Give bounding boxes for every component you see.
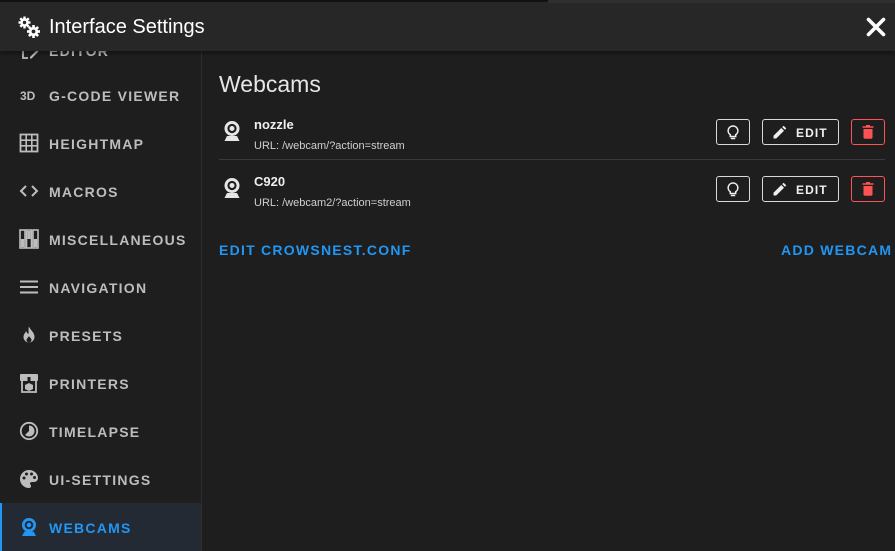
sidebar-item-printers[interactable]: PRINTERS — [0, 359, 201, 407]
edit-button-label: EDIT — [796, 126, 828, 140]
sidebar-item-gcode-viewer[interactable]: 3D G-CODE VIEWER — [0, 71, 201, 119]
edit-crowsnest-conf-button[interactable]: EDIT CROWSNEST.CONF — [219, 242, 412, 258]
sidebar-item-miscellaneous[interactable]: MISCELLANEOUS — [0, 215, 201, 263]
delete-webcam-button[interactable] — [851, 176, 885, 202]
sidebar-item-label: HEIGHTMAP — [49, 136, 145, 152]
sidebar-item-navigation[interactable]: NAVIGATION — [0, 263, 201, 311]
sidebar-item-label: MISCELLANEOUS — [49, 232, 187, 248]
cogs-icon — [18, 16, 40, 38]
sidebar-item-label: TIMELAPSE — [49, 424, 141, 440]
dialog-title: Interface Settings — [49, 16, 205, 38]
sidebar-item-heightmap[interactable]: HEIGHTMAP — [0, 119, 201, 167]
delete-webcam-button[interactable] — [851, 119, 885, 145]
webcam-icon — [224, 121, 240, 141]
edit-webcam-button[interactable]: EDIT — [762, 176, 839, 202]
close-icon[interactable] — [864, 15, 888, 39]
code-brackets-icon — [19, 185, 39, 197]
sidebar-item-label: EDITOR — [49, 51, 110, 59]
edit-button-label: EDIT — [796, 183, 828, 197]
webcams-panel: Webcams nozzle URL: /webcam/?action=stre… — [202, 51, 895, 551]
timelapse-icon — [19, 421, 39, 441]
webcam-url: URL: /webcam/?action=stream — [254, 140, 405, 152]
trash-icon — [862, 125, 874, 139]
edit-webcam-button[interactable]: EDIT — [762, 119, 839, 145]
page-title: Webcams — [219, 71, 321, 97]
webcam-url: URL: /webcam2/?action=stream — [254, 197, 411, 209]
webcam-name: C920 — [254, 174, 286, 189]
webcam-list-item: C920 URL: /webcam2/?action=stream EDIT — [219, 166, 885, 222]
pencil-icon — [773, 182, 787, 196]
interface-settings-dialog: Interface Settings EDITOR 3D G-CODE VIEW… — [0, 0, 895, 551]
sidebar-item-presets[interactable]: PRESETS — [0, 311, 201, 359]
light-toggle-button[interactable] — [716, 176, 750, 202]
trash-icon — [862, 182, 874, 196]
light-toggle-button[interactable] — [716, 119, 750, 145]
sidebar-item-label: UI-SETTINGS — [49, 472, 152, 488]
sidebar-item-label: MACROS — [49, 184, 119, 200]
webcam-list-item: nozzle URL: /webcam/?action=stream EDIT — [219, 109, 885, 165]
dialog-titlebar: Interface Settings — [0, 0, 895, 51]
svg-text:3D: 3D — [20, 89, 36, 103]
add-webcam-button[interactable]: ADD WEBCAM — [781, 242, 892, 258]
3d-icon: 3D — [20, 89, 36, 103]
file-edit-icon — [22, 51, 39, 59]
sidebar-item-webcams[interactable]: WEBCAMS — [0, 503, 201, 551]
sidebar-item-label: PRINTERS — [49, 376, 130, 392]
list-divider — [219, 159, 885, 160]
sidebar-item-label: NAVIGATION — [49, 280, 148, 296]
sidebar-item-label: PRESETS — [49, 328, 124, 344]
sidebar-item-timelapse[interactable]: TIMELAPSE — [0, 407, 201, 455]
active-indicator — [0, 503, 2, 551]
printer-3d-icon — [20, 374, 38, 393]
pencil-icon — [773, 125, 787, 139]
fire-icon — [23, 326, 35, 343]
webcam-icon — [22, 518, 36, 536]
settings-sidebar: EDITOR 3D G-CODE VIEWER HEIGHTMAP MACROS — [0, 51, 202, 551]
sidebar-item-label: G-CODE VIEWER — [49, 88, 181, 104]
webcam-name: nozzle — [254, 117, 294, 132]
grid-icon — [19, 133, 39, 153]
palette-icon — [20, 470, 38, 488]
webcam-icon — [224, 178, 240, 198]
dip-switch-icon — [19, 229, 39, 249]
lightbulb-icon — [727, 125, 739, 140]
sidebar-item-macros[interactable]: MACROS — [0, 167, 201, 215]
menu-icon — [20, 280, 38, 294]
lightbulb-icon — [727, 182, 739, 197]
sidebar-item-label: WEBCAMS — [49, 520, 132, 536]
sidebar-item-ui-settings[interactable]: UI-SETTINGS — [0, 455, 201, 503]
